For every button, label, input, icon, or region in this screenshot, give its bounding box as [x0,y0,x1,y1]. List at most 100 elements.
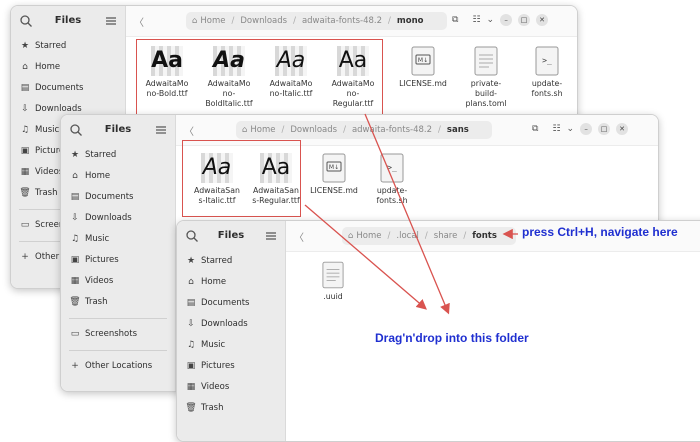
view-list-icon[interactable]: ☷ [552,124,560,134]
sidebar-item-home[interactable]: ⌂ Home [61,166,175,187]
sidebar-item-starred[interactable]: ★ Starred [61,145,175,166]
sidebar-item-music[interactable]: ♫ Music [61,229,175,250]
maximize-icon[interactable]: □ [518,14,531,26]
sidebar: Files ★ Starred ⌂ Home ▤ Documents ⇩ Downloa… [61,115,176,391]
download-icon: ⇩ [71,213,79,223]
breadcrumb: ⌂ Home / .local / share / fonts [342,227,516,245]
file-item[interactable]: Aa AdwaitaSan s-Regular.ttf [245,153,307,206]
new-tab-icon[interactable]: ⧉ [532,124,538,134]
folder-icon: ▭ [20,220,30,230]
file-item[interactable]: >_ update- fonts.sh [516,46,577,99]
sidebar-item-label: Home [85,171,111,181]
sidebar-item-label: Screenshots [85,329,138,339]
chevron-down-icon[interactable]: ⌄ [567,124,575,134]
star-icon: ★ [70,150,80,160]
breadcrumb-item[interactable]: adwaita-fonts-48.2 [302,16,382,26]
sidebar-item-label: Music [35,125,60,135]
back-icon[interactable]: 〈 [134,14,144,29]
new-tab-icon[interactable]: ⧉ [452,15,458,25]
file-item[interactable]: >_ update- fonts.sh [361,153,423,206]
music-icon: ♫ [70,234,80,244]
picture-icon: ▣ [186,361,196,371]
breadcrumb-item[interactable]: Home [250,125,275,135]
sidebar: Files ★ Starred ⌂ Home ▤ Documents ⇩ Downloa… [177,221,286,441]
sidebar-item-trash[interactable]: 🗑 Trash [177,398,285,419]
breadcrumb-item[interactable]: Home [200,16,225,26]
file-item[interactable]: Aa AdwaitaMo no- BoldItalic.ttf [198,46,260,109]
svg-text:>_: >_ [387,163,397,172]
sidebar-item-downloads[interactable]: ⇩ Downloads [61,208,175,229]
file-item[interactable]: Aa AdwaitaMo no-Italic.ttf [260,46,322,99]
sidebar-divider [69,350,167,351]
sidebar-item-label: Trash [85,297,108,307]
breadcrumb-item[interactable]: Downloads [240,16,287,26]
sidebar-item-label: Documents [85,192,134,202]
back-icon[interactable]: 〈 [294,229,304,244]
sidebar-item-screenshots[interactable]: ▭ Screenshots [61,324,175,345]
home-icon: ⌂ [22,62,28,72]
menu-icon[interactable] [105,15,117,27]
file-label: build- [475,89,497,98]
sidebar-item-videos[interactable]: ▦ Videos [177,377,285,398]
file-label: .uuid [323,292,343,301]
file-label: no-Italic.ttf [269,89,313,98]
sidebar-item-trash[interactable]: 🗑 Trash [61,292,175,313]
breadcrumb-current[interactable]: mono [397,16,424,26]
font-file-icon: Aa [337,46,369,76]
close-icon[interactable]: ✕ [536,14,549,26]
breadcrumb: ⌂ Home / Downloads / adwaita-fonts-48.2/ s… [236,121,492,139]
view-list-icon[interactable]: ☷ [472,15,480,25]
back-icon[interactable]: 〈 [184,123,194,138]
menu-icon[interactable] [265,230,277,242]
sidebar-item-downloads[interactable]: ⇩ Downloads [177,314,285,335]
sidebar-item-starred[interactable]: ★ Starred [177,251,285,272]
sidebar-item-label: Videos [201,382,230,392]
file-label: update- [531,79,563,88]
sidebar-item-documents[interactable]: ▤ Documents [177,293,285,314]
sidebar-item-pictures[interactable]: ▣ Pictures [61,250,175,271]
file-item[interactable]: Aa AdwaitaSan s-Italic.ttf [186,153,248,206]
minimize-icon[interactable]: – [500,14,513,26]
breadcrumb-item[interactable]: Downloads [290,125,337,135]
file-item[interactable]: .uuid [302,261,364,302]
file-label: AdwaitaMo [145,79,189,88]
header-bar: 〈 ⌂ Home / Downloads / adwaita-fonts-48.2/… [126,6,577,37]
picture-icon: ▣ [70,255,80,265]
close-icon[interactable]: ✕ [616,123,629,135]
breadcrumb-current[interactable]: fonts [472,231,497,241]
sidebar-item-documents[interactable]: ▤ Documents [61,187,175,208]
sidebar-item-starred[interactable]: ★ Starred [11,36,125,57]
text-file-icon [322,261,344,289]
script-file-icon: >_ [535,46,559,76]
sidebar-item-music[interactable]: ♫ Music [177,335,285,356]
chevron-down-icon[interactable]: ⌄ [487,15,495,25]
menu-icon[interactable] [155,124,167,136]
minimize-icon[interactable]: – [580,123,593,135]
trash-icon: 🗑 [69,297,81,307]
breadcrumb-item[interactable]: Home [356,231,381,241]
file-label: update- [376,186,408,195]
breadcrumb-current[interactable]: sans [447,125,469,135]
download-icon: ⇩ [187,319,195,329]
file-item[interactable]: Aa AdwaitaMo no-Bold.ttf [136,46,198,99]
sidebar-item-label: Home [35,62,61,72]
maximize-icon[interactable]: □ [598,123,611,135]
sidebar-item-documents[interactable]: ▤ Documents [11,78,125,99]
sidebar-item-pictures[interactable]: ▣ Pictures [177,356,285,377]
sidebar-item-label: Starred [85,150,117,160]
sidebar-item-home[interactable]: ⌂ Home [11,57,125,78]
breadcrumb-item[interactable]: adwaita-fonts-48.2 [352,125,432,135]
file-item[interactable]: private- build- plans.toml [455,46,517,109]
sidebar-item-other-locations[interactable]: + Other Locations [61,356,175,377]
breadcrumb-item[interactable]: .local [396,231,419,241]
file-label: private- [470,79,502,88]
sidebar-item-home[interactable]: ⌂ Home [177,272,285,293]
file-item[interactable]: M↓ LICENSE.md [303,153,365,196]
file-item[interactable]: Aa AdwaitaMo no- Regular.ttf [322,46,384,109]
breadcrumb-item[interactable]: share [434,231,458,241]
sidebar-item-videos[interactable]: ▦ Videos [61,271,175,292]
file-item[interactable]: M↓ LICENSE.md [392,46,454,89]
home-icon: ⌂ [242,125,248,135]
sidebar-item-label: Downloads [85,213,132,223]
sidebar-item-label: Home [201,277,227,287]
